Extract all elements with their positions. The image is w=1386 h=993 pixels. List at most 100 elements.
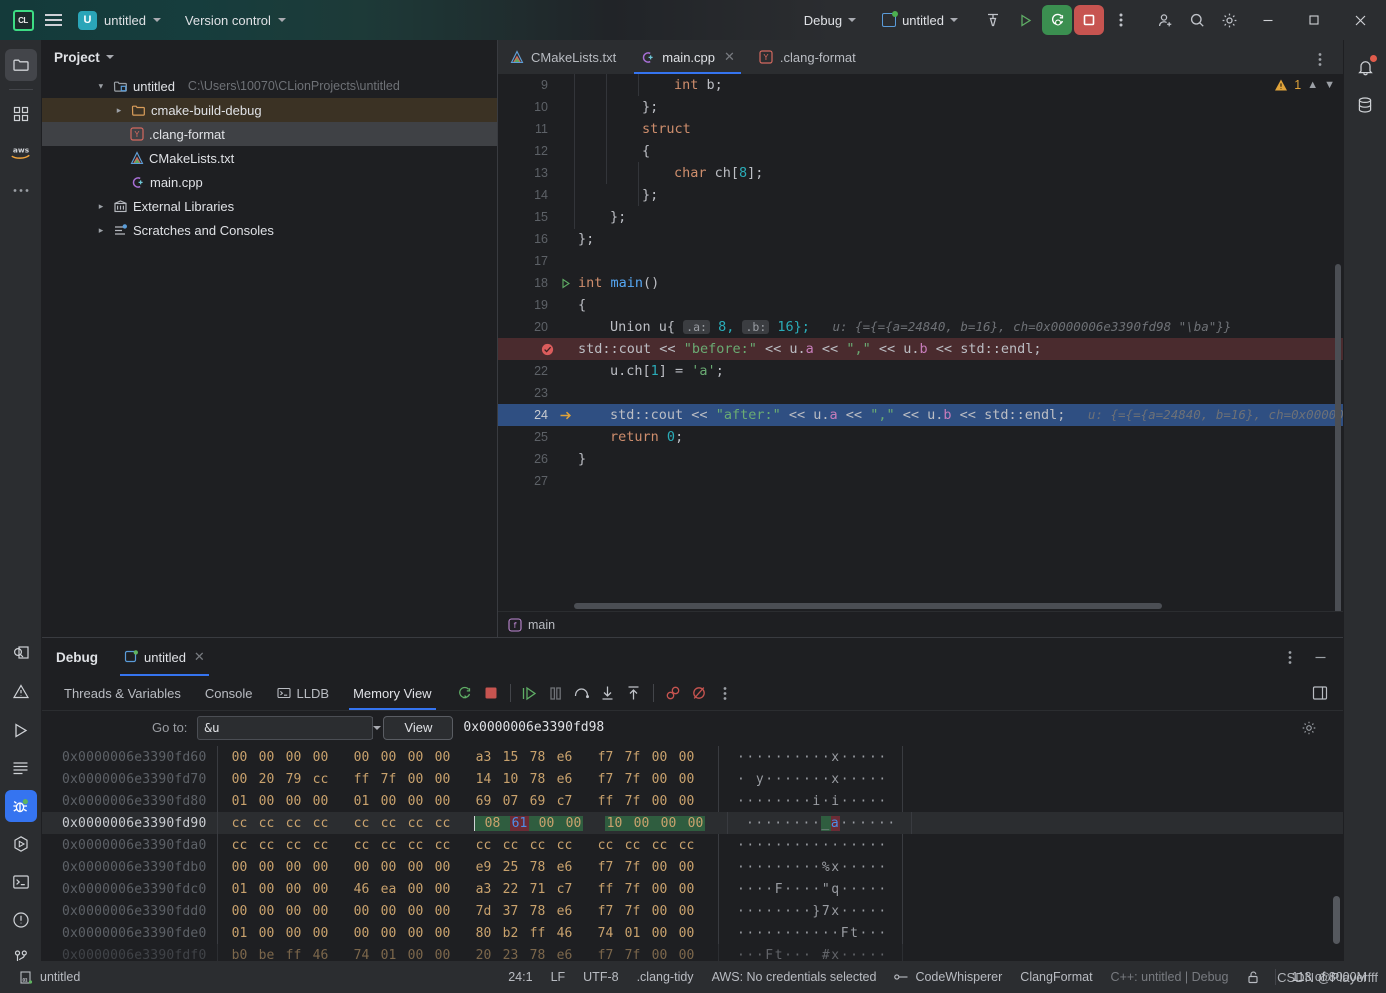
status-line-separator[interactable]: LF [542, 966, 575, 988]
tree-node-main-cpp[interactable]: main.cpp [42, 170, 497, 194]
project-panel-header[interactable]: Project [42, 40, 497, 74]
memory-row[interactable]: 0x0000006e3390fdb0 00 00 00 00 00 00 00 00 e9 2… [42, 856, 1343, 878]
tab-threads-variables[interactable]: Threads & Variables [52, 676, 193, 710]
memory-settings-gear-icon[interactable] [1297, 716, 1321, 740]
sidebar-item-services[interactable] [5, 828, 37, 860]
memory-row[interactable]: 0x0000006e3390fd60 00 00 00 00 00 00 00 00 a3 1… [42, 746, 1343, 768]
run-icon[interactable] [1010, 5, 1040, 35]
chevron-down-icon[interactable] [372, 716, 382, 739]
chevron-right-icon[interactable]: ▸ [96, 79, 107, 93]
run-gutter-icon[interactable] [556, 277, 574, 289]
run-target-selector[interactable]: untitled [874, 7, 966, 33]
stop-icon[interactable] [478, 680, 504, 706]
goto-address-field[interactable] [198, 720, 373, 735]
goto-address-input[interactable] [197, 715, 382, 740]
status-clang-tidy[interactable]: .clang-tidy [628, 966, 703, 988]
inspection-widget[interactable]: 1 ▲ ▼ [1274, 78, 1335, 92]
close-icon[interactable] [1338, 0, 1382, 40]
main-menu-hamburger-icon[interactable] [38, 5, 68, 35]
sidebar-item-run[interactable] [5, 714, 37, 746]
tree-node-external-libraries[interactable]: ▸ External Libraries [42, 194, 497, 218]
sidebar-item-find[interactable] [5, 638, 37, 670]
breadcrumb[interactable]: f main [498, 611, 1343, 637]
inlay-hint-a[interactable]: .a: [683, 320, 710, 334]
tab-lldb[interactable]: LLDB [265, 676, 342, 710]
inlay-hint-b[interactable]: .b: [742, 320, 770, 334]
view-button[interactable]: View [383, 715, 454, 740]
close-icon[interactable]: ✕ [724, 49, 735, 65]
chevron-right-icon[interactable]: ▸ [94, 201, 108, 212]
memory-row[interactable]: 0x0000006e3390fdd0 00 00 00 00 00 00 00 00 7d 3… [42, 900, 1343, 922]
run-configuration-selector[interactable]: Debug [796, 7, 864, 33]
status-codewhisperer[interactable]: CodeWhisperer [885, 966, 1011, 988]
resume-icon[interactable] [517, 680, 543, 706]
tree-node-clang-format[interactable]: Y .clang-format [42, 122, 497, 146]
chevron-right-icon[interactable]: ▸ [94, 225, 108, 236]
clion-logo-icon[interactable]: CL [8, 5, 38, 35]
memory-view-grid[interactable]: 0x0000006e3390fd60 00 00 00 00 00 00 00 00 a3 1… [42, 746, 1343, 977]
sidebar-item-debug[interactable] [4, 790, 37, 822]
memory-row[interactable]: 0x0000006e3390fd70 00 20 79 cc ff 7f 00 00 14 1… [42, 768, 1343, 790]
prev-problem-icon[interactable]: ▲ [1307, 79, 1318, 91]
memory-row-current[interactable]: 0x0000006e3390fd90 cc cc cc cc cc cc cc cc 08 6… [42, 812, 1343, 834]
code-editor[interactable]: 9 int b; 10 }; 11 struct 12 { 13 char ch… [498, 74, 1343, 637]
sidebar-item-project[interactable] [4, 49, 37, 81]
tree-node-cmake-build-debug[interactable]: ▸ cmake-build-debug [42, 98, 497, 122]
search-icon[interactable] [1182, 5, 1212, 35]
memory-vertical-scrollbar[interactable] [1333, 896, 1340, 944]
breakpoint-icon[interactable] [538, 343, 556, 356]
debug-value-hint[interactable]: u: {={={a=24840, b=16}, ch=0x00000 [1088, 407, 1343, 422]
debug-value-hint[interactable]: u: {={={a=24840, b=16}, ch=0x0000006e339… [832, 319, 1231, 334]
chevron-right-icon[interactable]: ▸ [112, 105, 126, 116]
next-problem-icon[interactable]: ▼ [1324, 79, 1335, 91]
memory-row[interactable]: 0x0000006e3390fde0 01 00 00 00 00 00 00 00 80 b… [42, 922, 1343, 944]
status-aws-credentials[interactable]: AWS: No credentials selected [703, 966, 886, 988]
close-icon[interactable]: ✕ [194, 649, 205, 665]
step-into-icon[interactable] [595, 680, 621, 706]
step-out-icon[interactable] [621, 680, 647, 706]
memory-row[interactable]: 0x0000006e3390fdc0 01 00 00 00 46 ea 00 00 a3 2… [42, 878, 1343, 900]
memory-row[interactable]: 0x0000006e3390fd80 01 00 00 00 01 00 00 00 69 0… [42, 790, 1343, 812]
minimize-icon[interactable] [1307, 644, 1333, 670]
editor-horizontal-scrollbar[interactable] [574, 603, 1162, 609]
step-over-icon[interactable] [569, 680, 595, 706]
sidebar-item-database[interactable] [1349, 89, 1381, 121]
view-breakpoints-icon[interactable] [686, 680, 712, 706]
pause-icon[interactable] [543, 680, 569, 706]
tab-memory-view[interactable]: Memory View [341, 676, 444, 710]
mute-breakpoints-icon[interactable] [660, 680, 686, 706]
sidebar-item-notifications[interactable] [1349, 51, 1381, 83]
status-encoding[interactable]: UTF-8 [574, 966, 627, 988]
debug-session-tab[interactable]: untitled ✕ [116, 638, 213, 676]
tree-node-scratches-and-consoles[interactable]: ▸ Scratches and Consoles [42, 218, 497, 242]
build-hammer-icon[interactable] [978, 5, 1008, 35]
editor-options-icon[interactable] [1305, 44, 1335, 74]
rerun-icon[interactable] [452, 680, 478, 706]
status-toolchain[interactable]: C++: untitled | Debug [1102, 966, 1238, 988]
memory-row[interactable]: 0x0000006e3390fda0 cc cc cc cc cc cc cc cc cc c… [42, 834, 1343, 856]
more-icon[interactable] [712, 680, 738, 706]
maximize-icon[interactable] [1292, 0, 1336, 40]
minimize-icon[interactable] [1246, 0, 1290, 40]
more-actions-icon[interactable] [1106, 5, 1136, 35]
sidebar-item-terminal[interactable] [5, 866, 37, 898]
status-lock-icon[interactable] [1237, 966, 1269, 988]
sidebar-item-problems[interactable] [5, 676, 37, 708]
tab-cmakelists[interactable]: CMakeLists.txt [498, 40, 628, 74]
tree-node-cmakelists[interactable]: CMakeLists.txt [42, 146, 497, 170]
stop-icon[interactable] [1074, 5, 1104, 35]
sidebar-item-aws[interactable]: aws [5, 136, 37, 168]
tab-clang-format[interactable]: Y .clang-format [747, 40, 868, 74]
add-user-icon[interactable] [1150, 5, 1180, 35]
tab-main-cpp[interactable]: main.cpp ✕ [628, 40, 747, 74]
sidebar-item-notifications[interactable] [5, 904, 37, 936]
tree-node-untitled[interactable]: ▸ untitled C:\Users\10070\CLionProjects\… [42, 74, 497, 98]
version-control-widget[interactable]: Version control [177, 7, 294, 33]
status-caret-position[interactable]: 24:1 [499, 966, 541, 988]
debug-icon[interactable] [1042, 5, 1072, 35]
debug-options-icon[interactable] [1277, 644, 1303, 670]
status-project[interactable]: 01 untitled [10, 966, 89, 988]
sidebar-item-structure[interactable] [5, 98, 37, 130]
settings-gear-icon[interactable] [1214, 5, 1244, 35]
editor-vertical-scrollbar[interactable] [1335, 264, 1341, 637]
